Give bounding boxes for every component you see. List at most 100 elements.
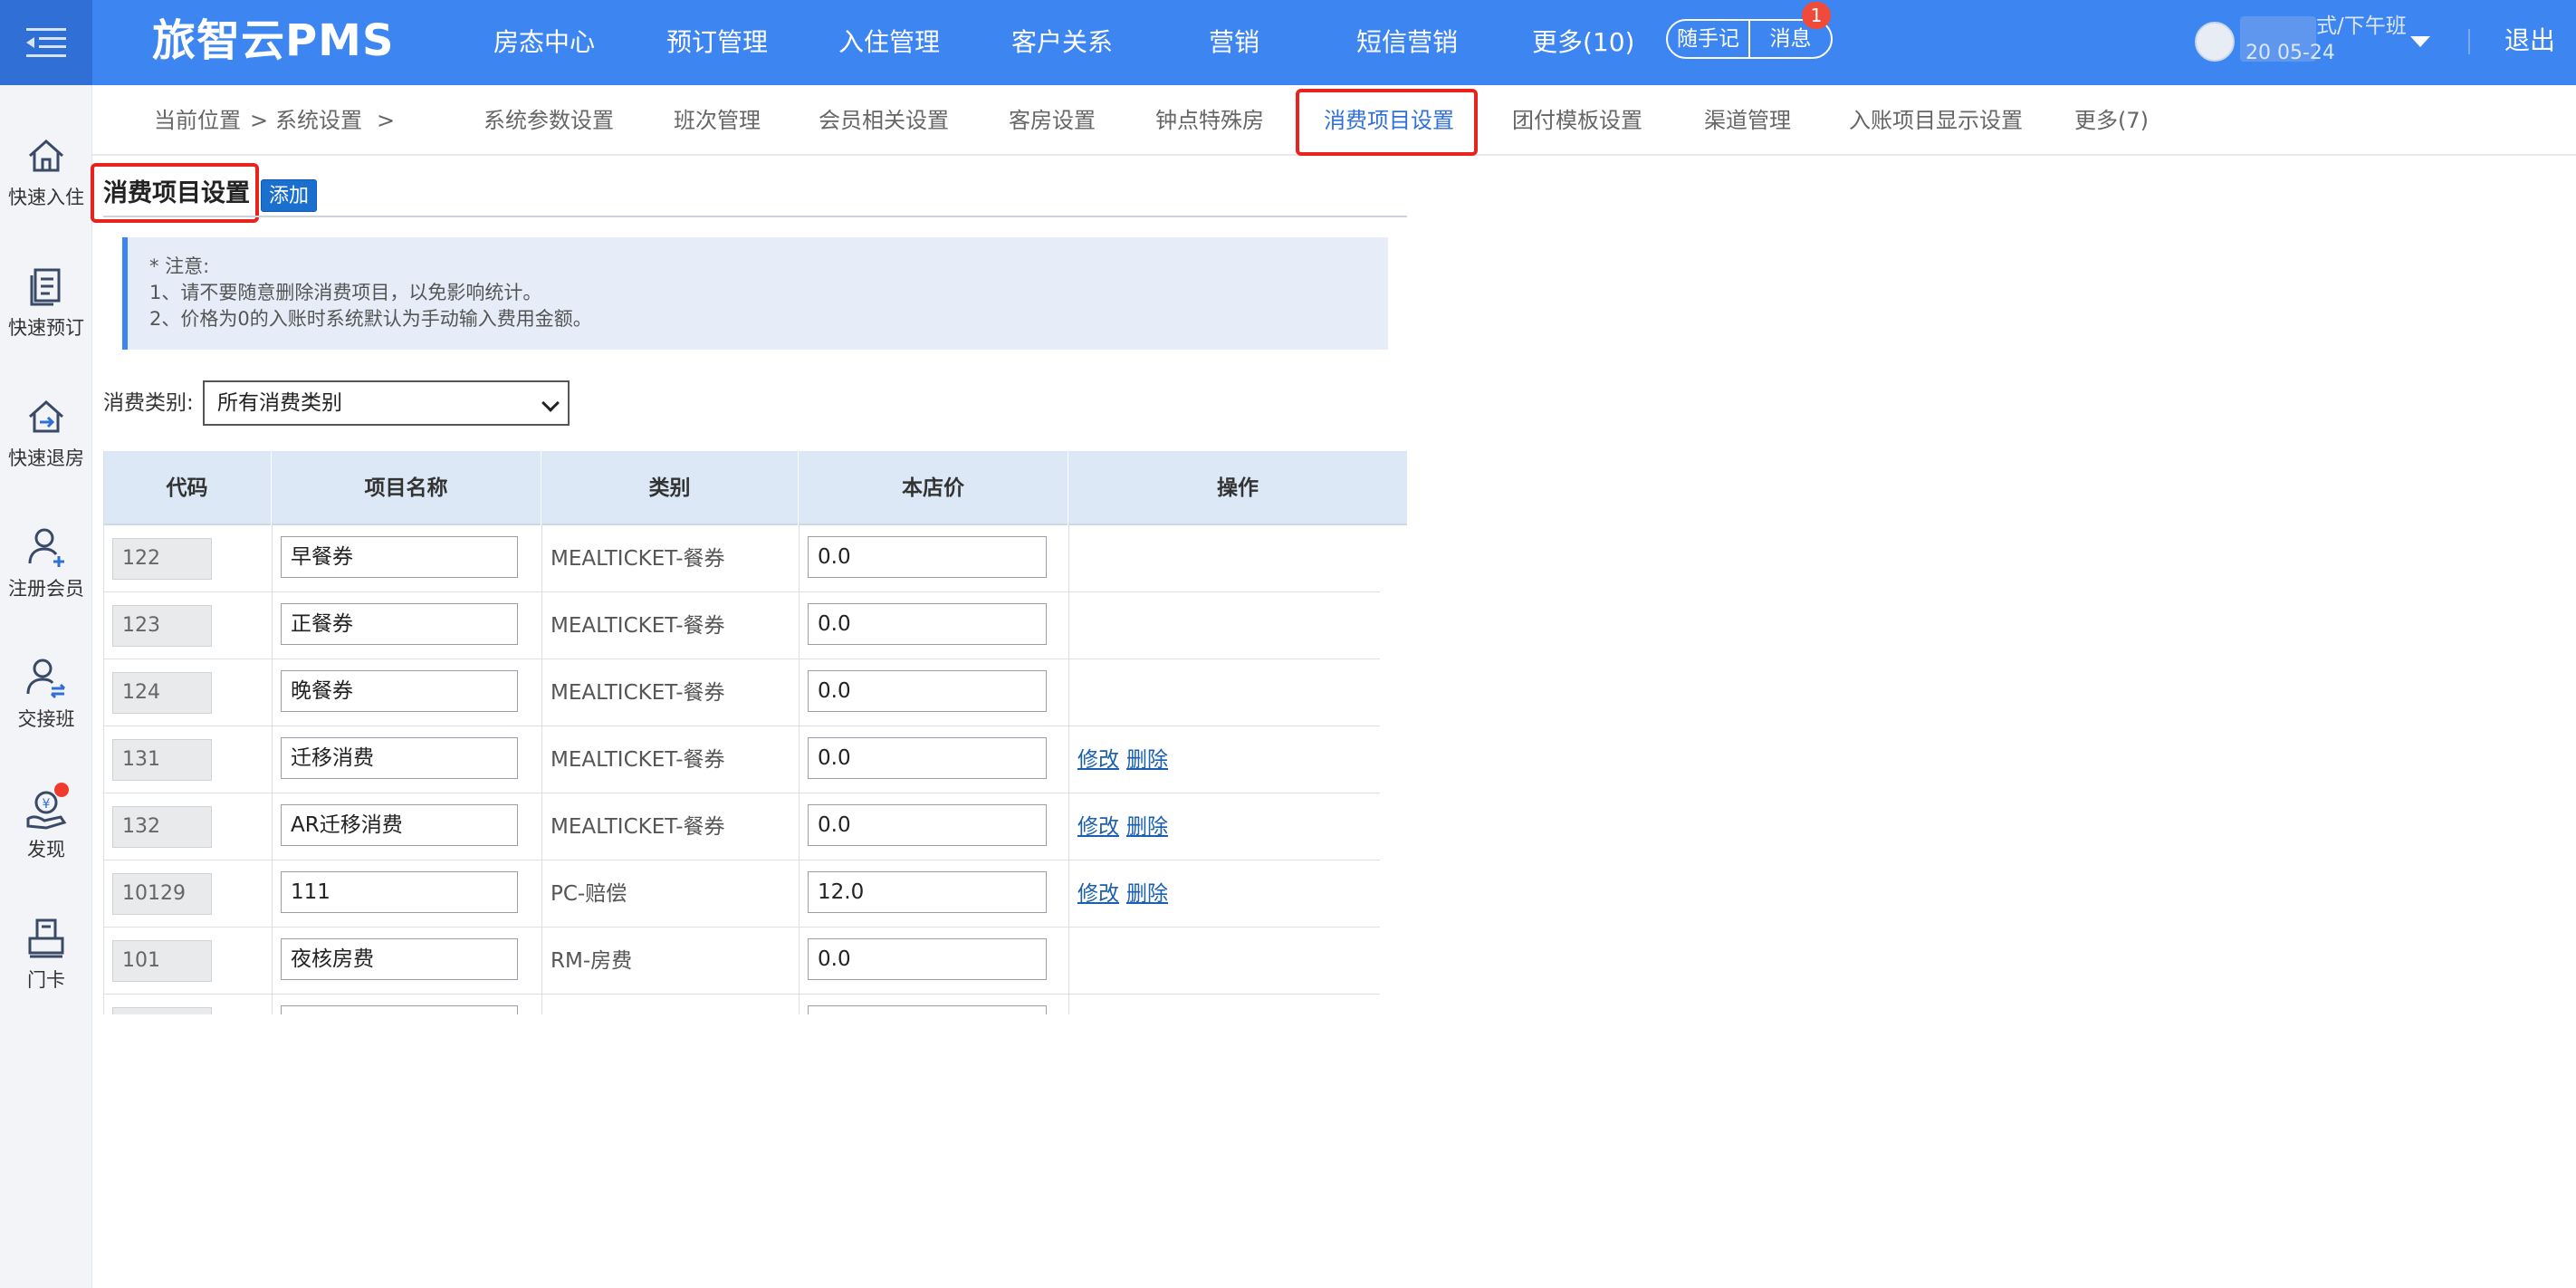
breadcrumb-separator: > — [377, 108, 396, 133]
chevron-down-icon — [541, 394, 560, 412]
sidebar: 快速入住 快速预订 快速退房 注册会员 交接班 ¥ 发现 门卡 — [0, 85, 92, 1288]
column-divider — [103, 451, 104, 1014]
row-actions: 修改 删除 — [1077, 793, 1175, 860]
card-icon — [28, 918, 64, 958]
edit-link[interactable]: 修改 — [1077, 882, 1119, 906]
category-text: RM-房费 — [551, 949, 633, 973]
table-header: 代码 项目名称 类别 本店价 操作 — [103, 451, 1407, 525]
sidebar-item-label: 快速预订 — [8, 317, 84, 339]
price-input[interactable]: 0.0 — [808, 737, 1047, 779]
category-text: MEALTICKET-餐券 — [551, 681, 725, 705]
table-row: 124 晚餐券 MEALTICKET-餐券 0.0 — [103, 659, 1380, 726]
breadcrumb-section[interactable]: 系统设置 — [275, 85, 362, 156]
sidebar-item-discover[interactable]: ¥ 发现 — [0, 783, 92, 862]
nav-more[interactable]: 更多(10) — [1532, 0, 1634, 85]
tab-more[interactable]: 更多(7) — [2074, 85, 2149, 156]
logout-button[interactable]: 退出 — [2504, 0, 2555, 82]
item-name-input[interactable]: 迁移消费 — [281, 737, 518, 779]
column-divider — [541, 525, 542, 1014]
svg-text:¥: ¥ — [43, 797, 51, 812]
user-date-text: 20 05-24 — [2246, 42, 2335, 64]
column-divider — [272, 525, 273, 1014]
price-input[interactable]: 0.0 — [808, 804, 1047, 846]
tab-channel-management[interactable]: 渠道管理 — [1704, 85, 1791, 156]
tab-hourly-room[interactable]: 钟点特殊房 — [1155, 85, 1264, 156]
price-input[interactable]: 0.0 — [808, 536, 1047, 578]
delete-link[interactable]: 删除 — [1126, 748, 1168, 772]
table-row — [103, 995, 1380, 1014]
tab-room-settings[interactable]: 客房设置 — [1009, 85, 1096, 156]
table-row: 122 早餐券 MEALTICKET-餐券 0.0 — [103, 525, 1380, 592]
price-input[interactable]: 12.0 — [808, 871, 1047, 913]
category-text: MEALTICKET-餐券 — [551, 748, 725, 772]
shift-swap-icon — [26, 658, 66, 699]
category-filter-value: 所有消费类别 — [217, 391, 342, 415]
price-input[interactable] — [808, 1005, 1047, 1014]
delete-link[interactable]: 删除 — [1126, 882, 1168, 906]
category-filter-label: 消费类别: — [103, 391, 194, 415]
book-icon — [30, 268, 61, 306]
sidebar-item-quick-booking[interactable]: 快速预订 — [0, 264, 92, 341]
tab-posting-display[interactable]: 入账项目显示设置 — [1849, 85, 2023, 156]
notice-line: 1、请不要随意删除消费项目，以免影响统计。 — [149, 282, 542, 303]
price-input[interactable]: 0.0 — [808, 670, 1047, 712]
breadcrumb-separator: > — [250, 108, 269, 133]
item-name-input[interactable]: 夜核房费 — [281, 938, 518, 980]
code-field: 10129 — [112, 873, 212, 915]
menu-toggle-button[interactable] — [0, 0, 92, 85]
item-name-input[interactable]: 晚餐券 — [281, 670, 518, 712]
column-header-category: 类别 — [541, 451, 799, 525]
category-text: MEALTICKET-餐券 — [551, 614, 725, 638]
nav-room-status[interactable]: 房态中心 — [493, 0, 595, 85]
column-divider — [1068, 525, 1069, 1014]
column-header-name: 项目名称 — [272, 451, 541, 525]
tab-system-params[interactable]: 系统参数设置 — [484, 85, 614, 156]
code-field: 123 — [112, 605, 212, 647]
chevron-down-icon[interactable] — [2410, 36, 2430, 47]
tab-group-template[interactable]: 团付模板设置 — [1512, 85, 1642, 156]
sidebar-item-register-member[interactable]: 注册会员 — [0, 525, 92, 601]
notice-box: * 注意: 1、请不要随意删除消费项目，以免影响统计。 2、价格为0的入账时系统… — [122, 237, 1388, 350]
sidebar-item-shift-handover[interactable]: 交接班 — [0, 656, 92, 732]
divider — [2468, 29, 2470, 54]
nav-sms-marketing[interactable]: 短信营销 — [1356, 0, 1458, 85]
category-text: MEALTICKET-餐券 — [551, 815, 725, 839]
row-actions: 修改 删除 — [1077, 726, 1175, 793]
price-input[interactable]: 0.0 — [808, 603, 1047, 645]
nav-checkin[interactable]: 入住管理 — [838, 0, 940, 85]
avatar[interactable] — [2195, 22, 2235, 62]
nav-crm[interactable]: 客户关系 — [1011, 0, 1113, 85]
sidebar-item-door-card[interactable]: 门卡 — [0, 917, 92, 993]
notice-line: 2、价格为0的入账时系统默认为手动输入费用金额。 — [149, 308, 592, 330]
item-name-input[interactable]: 111 — [281, 871, 518, 913]
sidebar-item-quick-checkout[interactable]: 快速退房 — [0, 395, 92, 471]
tab-shift-management[interactable]: 班次管理 — [674, 85, 761, 156]
item-name-input[interactable]: 早餐券 — [281, 536, 518, 578]
notes-button[interactable]: 随手记 — [1668, 21, 1748, 57]
sidebar-item-label: 交接班 — [17, 708, 75, 730]
nav-marketing[interactable]: 营销 — [1209, 0, 1259, 85]
edit-link[interactable]: 修改 — [1077, 748, 1119, 772]
edit-link[interactable]: 修改 — [1077, 815, 1119, 839]
messages-badge: 1 — [1802, 2, 1831, 29]
code-field: 122 — [112, 538, 212, 580]
add-user-icon — [28, 528, 64, 567]
item-name-input[interactable]: 正餐券 — [281, 603, 518, 645]
consumption-items-table: 代码 项目名称 类别 本店价 操作 122 早餐券 MEALTICKET-餐券 0.0… — [103, 451, 1407, 1014]
code-field — [112, 1007, 212, 1014]
tab-member-settings[interactable]: 会员相关设置 — [819, 85, 949, 156]
table-row: 10129 111 PC-赔偿 12.0 修改 删除 — [103, 860, 1380, 928]
home-icon — [29, 139, 63, 172]
item-name-input[interactable]: AR迁移消费 — [281, 804, 518, 846]
checkout-icon — [29, 399, 63, 433]
nav-reservations[interactable]: 预订管理 — [666, 0, 768, 85]
category-filter-select[interactable]: 所有消费类别 — [203, 380, 570, 426]
sidebar-item-quick-checkin[interactable]: 快速入住 — [0, 134, 92, 210]
delete-link[interactable]: 删除 — [1126, 815, 1168, 839]
code-field: 132 — [112, 806, 212, 848]
item-name-input[interactable] — [281, 1005, 518, 1014]
brand-logo[interactable]: 旅智云PMS — [152, 13, 395, 69]
user-shift-text[interactable]: 式/下午班 — [2316, 13, 2407, 40]
add-button[interactable]: 添加 — [261, 179, 317, 212]
price-input[interactable]: 0.0 — [808, 938, 1047, 980]
